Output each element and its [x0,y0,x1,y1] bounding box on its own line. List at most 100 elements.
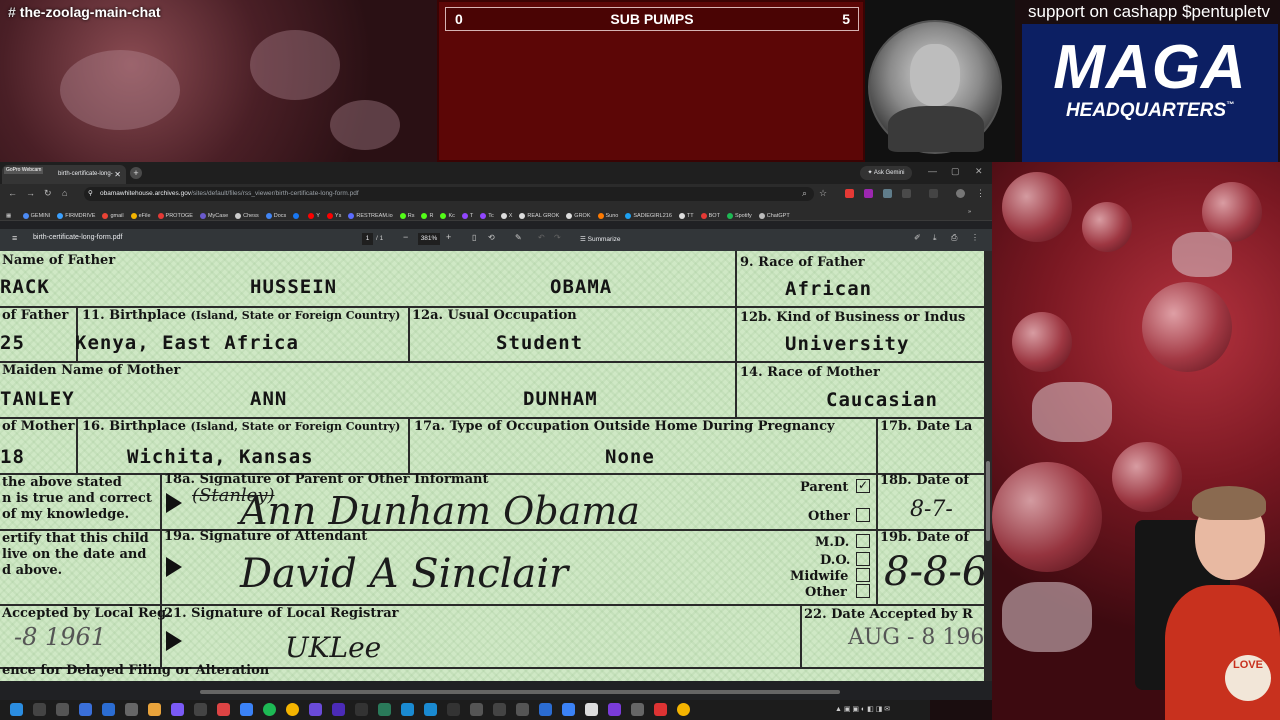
ask-gemini-button[interactable]: ✦ Ask Gemini [860,166,912,180]
print-icon[interactable]: ⎙ [951,233,957,243]
rotate-icon[interactable]: ⟲ [488,233,495,242]
app-icon[interactable] [539,703,552,716]
annotate-icon[interactable]: ✐ [914,233,921,242]
chrome-icon[interactable] [677,703,690,716]
app-icon[interactable] [654,703,667,716]
folder-icon[interactable] [148,703,161,716]
app-icon[interactable] [585,703,598,716]
app-icon[interactable] [102,703,115,716]
bookmark-star-icon[interactable]: ☆ [819,188,827,199]
bookmark-item[interactable]: Ys [326,208,341,220]
bookmark-item[interactable] [293,208,301,220]
back-icon[interactable]: ← [8,188,17,198]
app-icon[interactable] [194,703,207,716]
bookmark-item[interactable]: Kc [440,208,455,220]
draw-icon[interactable]: ✎ [515,233,522,242]
pdf-zoom-input[interactable]: 381% [418,233,440,245]
maximize-icon[interactable]: ▢ [951,166,960,177]
site-info-icon[interactable]: ⚲ [88,187,93,201]
app-icon[interactable] [79,703,92,716]
bookmark-item[interactable]: gmail [102,208,124,220]
extension-icon[interactable] [883,189,892,198]
extension-icon[interactable] [845,189,854,198]
bookmark-item[interactable]: R [421,208,433,220]
zoom-icon[interactable]: ⌕ [802,188,807,199]
bookmark-item[interactable]: T [461,208,473,220]
bookmark-item[interactable]: TT [678,208,694,220]
bookmark-item[interactable]: FIRMDRIVE [57,208,95,220]
app-icon[interactable] [332,703,345,716]
bookmark-item[interactable]: SADIEGIRL216 [625,208,672,220]
bookmark-item[interactable]: GROK [566,208,591,220]
taskview-icon[interactable] [56,703,69,716]
bookmark-item[interactable]: GEMINI [22,208,50,220]
pdf-page-input[interactable]: 1 [362,233,373,245]
profile-avatar[interactable] [956,189,965,198]
scrollbar-thumb[interactable] [986,461,990,541]
extensions-puzzle-icon[interactable] [902,189,911,198]
bookmark-item[interactable]: REAL GROK [519,208,559,220]
bookmark-item[interactable]: Rs [399,208,414,220]
undo-icon[interactable]: ↶ [538,233,545,242]
app-icon[interactable] [217,703,230,716]
redo-icon[interactable]: ↷ [554,233,561,242]
bookmark-item[interactable]: X [500,208,512,220]
app-icon[interactable] [240,703,253,716]
reload-icon[interactable]: ↻ [44,188,52,199]
system-tray[interactable]: ▲ ▣ ▣ ◐ ◧ ◨ ✉ [835,705,890,713]
spotify-icon[interactable] [263,703,276,716]
bookmark-item[interactable]: Y [308,208,320,220]
app-icon[interactable] [125,703,138,716]
vertical-scrollbar[interactable] [984,251,992,681]
bookmark-item[interactable]: Spotify [726,208,752,220]
new-tab-button[interactable]: + [130,167,142,179]
sidebar-icon[interactable] [929,189,938,198]
horizontal-scrollbar[interactable] [200,690,840,694]
more-bookmarks-icon[interactable]: » [968,204,971,220]
url-bar[interactable]: ⚲ obamawhitehouse.archives.gov/sites/def… [84,187,814,201]
app-icon[interactable] [355,703,368,716]
bookmark-item[interactable]: BOT [700,208,720,220]
app-icon[interactable] [493,703,506,716]
summarize-button[interactable]: ☰ Summarize [580,235,621,243]
search-icon[interactable] [33,703,46,716]
label-occupation-mother: 17a. Type of Occupation Outside Home Dur… [414,419,835,434]
home-icon[interactable]: ⌂ [62,188,67,198]
bookmark-item[interactable]: Chess [235,208,259,220]
bookmark-item[interactable]: PROTOGE [157,208,193,220]
bookmark-item[interactable]: RESTREAM.io [348,208,393,220]
chrome-icon[interactable] [286,703,299,716]
app-icon[interactable] [424,703,437,716]
app-icon[interactable] [401,703,414,716]
app-icon[interactable] [608,703,621,716]
app-icon[interactable] [631,703,644,716]
bookmark-item[interactable]: ChatGPT [758,208,790,220]
fit-page-icon[interactable]: ▯ [472,233,476,242]
bookmark-item[interactable]: Docs [265,208,286,220]
app-icon[interactable] [562,703,575,716]
close-window-icon[interactable]: ✕ [975,166,983,177]
close-tab-icon[interactable]: ✕ [114,165,121,184]
more-options-icon[interactable]: ⋮ [971,233,979,242]
bookmark-item[interactable]: eFile [130,208,151,220]
app-icon[interactable] [309,703,322,716]
menu-dots-icon[interactable]: ⋮ [976,188,985,199]
app-icon[interactable] [378,703,391,716]
hamburger-menu-icon[interactable]: ≡ [12,233,17,243]
extension-icon[interactable] [864,189,873,198]
start-icon[interactable] [10,703,23,716]
apps-icon[interactable]: ▦ [6,208,11,220]
app-icon[interactable] [516,703,529,716]
minimize-icon[interactable]: — [928,166,937,176]
bookmark-item[interactable]: Suno [597,208,618,220]
app-icon[interactable] [470,703,483,716]
zoom-in-icon[interactable]: + [446,232,451,242]
app-icon[interactable] [171,703,184,716]
bookmark-item[interactable]: Tc [480,208,494,220]
browser-tab[interactable]: GoPro Webcam birth-certificate-long-form… [2,165,126,196]
download-icon[interactable]: ⤓ [933,233,937,243]
bookmark-item[interactable]: MyCase [199,208,228,220]
app-icon[interactable] [447,703,460,716]
zoom-out-icon[interactable]: − [403,232,408,242]
forward-icon[interactable]: → [26,188,35,198]
